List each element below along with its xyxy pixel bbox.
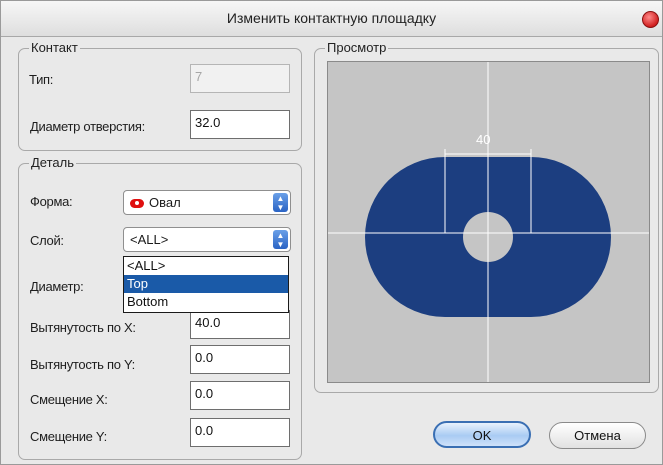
shape-value-wrap: Овал bbox=[130, 195, 181, 210]
shape-value: Овал bbox=[149, 195, 181, 210]
layer-value: <ALL> bbox=[130, 232, 169, 247]
hole-diameter-label: Диаметр отверстия: bbox=[30, 119, 145, 134]
layer-option-bottom[interactable]: Bottom bbox=[124, 293, 288, 311]
offset-x-field[interactable]: 0.0 bbox=[190, 381, 290, 410]
layer-label: Слой: bbox=[30, 233, 64, 248]
stretch-y-field[interactable]: 0.0 bbox=[190, 345, 290, 374]
close-icon[interactable] bbox=[642, 11, 659, 28]
offset-y-label: Смещение Y: bbox=[30, 429, 107, 444]
title-bar: Изменить контактную площадку bbox=[1, 1, 662, 37]
updown-arrows-icon[interactable]: ▲ ▼ bbox=[273, 230, 288, 249]
offset-y-field[interactable]: 0.0 bbox=[190, 418, 290, 447]
offset-x-label: Смещение X: bbox=[30, 392, 108, 407]
layer-option-all[interactable]: <ALL> bbox=[124, 257, 288, 275]
contact-group-label: Контакт bbox=[29, 40, 80, 55]
stretch-x-field[interactable]: 40.0 bbox=[190, 310, 290, 339]
layer-option-top[interactable]: Top bbox=[124, 275, 288, 293]
stretch-x-label: Вытянутость по X: bbox=[30, 320, 136, 335]
type-label: Тип: bbox=[29, 72, 54, 87]
updown-arrows-icon[interactable]: ▲ ▼ bbox=[273, 193, 288, 212]
stretch-y-label: Вытянутость по Y: bbox=[30, 357, 135, 372]
dimension-label: 40 bbox=[476, 132, 490, 147]
type-field: 7 bbox=[190, 64, 290, 93]
oval-shape-icon bbox=[130, 199, 144, 208]
ok-button[interactable]: OK bbox=[433, 421, 531, 448]
preview-group-label: Просмотр bbox=[325, 40, 389, 55]
edit-pad-dialog: Изменить контактную площадку Контакт Тип… bbox=[0, 0, 663, 465]
pad-preview-drawing: 40 bbox=[328, 62, 649, 382]
shape-select[interactable]: Овал ▲ ▼ bbox=[123, 190, 291, 215]
hole-diameter-field[interactable]: 32.0 bbox=[190, 110, 290, 139]
cancel-button[interactable]: Отмена bbox=[549, 422, 646, 449]
window-title: Изменить контактную площадку bbox=[226, 10, 437, 26]
shape-label: Форма: bbox=[30, 194, 73, 209]
layer-select[interactable]: <ALL> ▲ ▼ bbox=[123, 227, 291, 252]
layer-dropdown-list[interactable]: <ALL> Top Bottom bbox=[123, 256, 289, 313]
preview-canvas: 40 bbox=[327, 61, 650, 383]
diameter-label: Диаметр: bbox=[30, 279, 84, 294]
detail-group-label: Деталь bbox=[29, 155, 76, 170]
